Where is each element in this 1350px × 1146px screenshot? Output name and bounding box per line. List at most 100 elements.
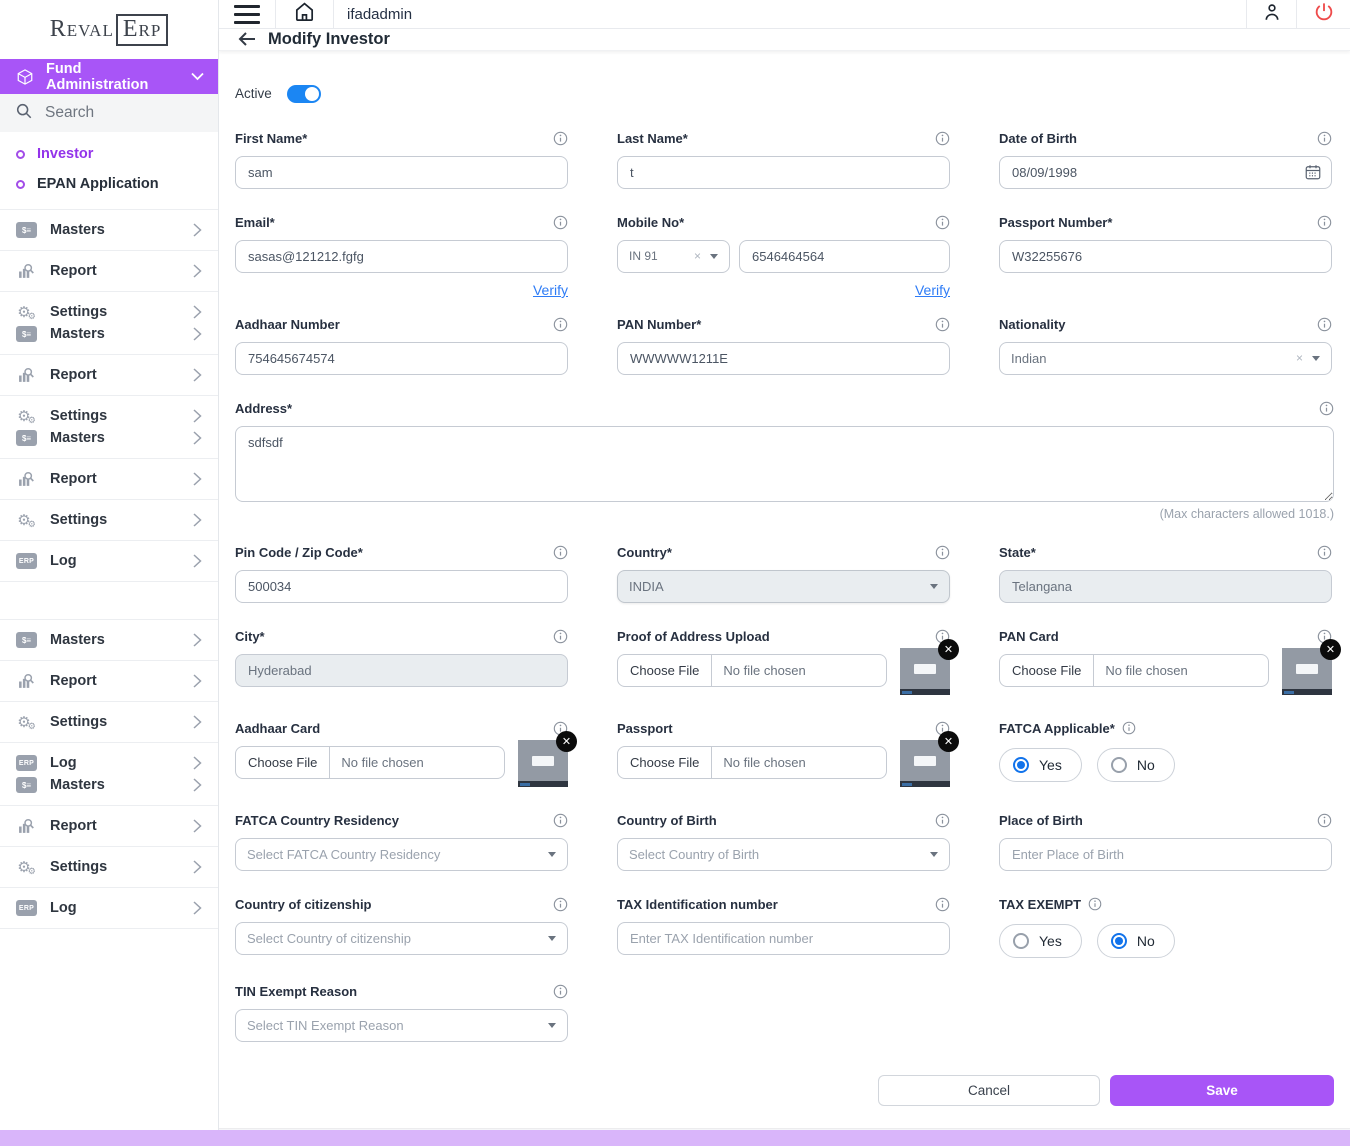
active-toggle[interactable] — [287, 85, 321, 103]
sidebar-item-masters[interactable]: $≡Masters — [0, 774, 218, 796]
info-icon[interactable] — [1317, 131, 1332, 146]
info-icon[interactable] — [935, 545, 950, 560]
citizenship-select[interactable]: Select Country of citizenship — [235, 922, 568, 955]
tax-exempt-no-option[interactable]: No — [1097, 924, 1175, 958]
mobile-verify-link[interactable]: Verify — [915, 282, 950, 300]
sidebar-item-masters[interactable]: $≡Masters — [0, 427, 218, 449]
settings-icon: ⚙⚙ — [16, 714, 37, 731]
info-icon[interactable] — [935, 317, 950, 332]
logout-button[interactable] — [1296, 0, 1350, 28]
passport-file-input[interactable]: Choose File No file chosen — [617, 746, 887, 779]
sidebar-item-settings[interactable]: ⚙⚙Settings — [0, 856, 218, 878]
sidebar-item-settings[interactable]: ⚙⚙Settings — [0, 405, 218, 427]
mobile-input[interactable] — [739, 240, 950, 273]
sidebar-item-report[interactable]: Report — [0, 364, 218, 386]
info-icon[interactable] — [553, 215, 568, 230]
info-icon[interactable] — [553, 545, 568, 560]
module-selector[interactable]: Fund Administration — [0, 59, 218, 94]
choose-file-button[interactable]: Choose File — [618, 747, 712, 778]
menu-toggle-button[interactable] — [219, 0, 276, 28]
aadhaar-card-file-input[interactable]: Choose File No file chosen — [235, 746, 505, 779]
sidebar-item-epan-application[interactable]: EPAN Application — [0, 169, 218, 199]
passport-thumbnail[interactable]: ✕ — [900, 740, 950, 787]
info-icon[interactable] — [935, 813, 950, 828]
sidebar-item-log[interactable]: ERPLog — [0, 752, 218, 774]
info-icon[interactable] — [553, 984, 568, 999]
sidebar-item-settings[interactable]: ⚙⚙Settings — [0, 301, 218, 323]
sidebar-search[interactable] — [0, 94, 218, 132]
address-textarea[interactable]: sdfsdf — [235, 426, 1334, 502]
info-icon[interactable] — [553, 317, 568, 332]
info-icon[interactable] — [1317, 317, 1332, 332]
country-code-select[interactable]: IN 91 × — [617, 240, 730, 273]
sidebar-item-masters[interactable]: $≡Masters — [0, 219, 218, 241]
aadhaar-number-input[interactable] — [235, 342, 568, 375]
info-icon[interactable] — [1088, 897, 1102, 911]
info-icon[interactable] — [553, 629, 568, 644]
place-of-birth-label: Place of Birth — [999, 813, 1083, 828]
sidebar-item-log[interactable]: ERPLog — [0, 897, 218, 919]
aadhaar-card-thumbnail[interactable]: ✕ — [518, 740, 568, 787]
tax-exempt-yes-option[interactable]: Yes — [999, 924, 1082, 958]
info-icon[interactable] — [553, 131, 568, 146]
country-of-birth-select[interactable]: Select Country of Birth — [617, 838, 950, 871]
passport-number-input[interactable] — [999, 240, 1332, 273]
sidebar-item-report[interactable]: Report — [0, 670, 218, 692]
proof-of-address-file-input[interactable]: Choose File No file chosen — [617, 654, 887, 687]
choose-file-button[interactable]: Choose File — [1000, 655, 1094, 686]
sidebar-item-report[interactable]: Report — [0, 468, 218, 490]
sidebar-item-settings[interactable]: ⚙⚙Settings — [0, 711, 218, 733]
email-verify-link[interactable]: Verify — [533, 282, 568, 300]
cancel-button[interactable]: Cancel — [878, 1075, 1100, 1106]
search-input[interactable] — [45, 104, 185, 122]
remove-file-icon[interactable]: ✕ — [1320, 639, 1341, 660]
fatca-residency-select[interactable]: Select FATCA Country Residency — [235, 838, 568, 871]
sidebar-item-report[interactable]: Report — [0, 260, 218, 282]
sidebar-item-masters[interactable]: $≡Masters — [0, 629, 218, 651]
nationality-select[interactable]: Indian × — [999, 342, 1332, 375]
place-of-birth-input[interactable] — [999, 838, 1332, 871]
sidebar-item-settings[interactable]: ⚙⚙Settings — [0, 509, 218, 531]
caret-down-icon — [548, 852, 556, 857]
calendar-icon[interactable] — [1304, 163, 1322, 181]
tax-id-input[interactable] — [617, 922, 950, 955]
fatca-yes-option[interactable]: Yes — [999, 748, 1082, 782]
sidebar-item-log[interactable]: ERPLog — [0, 550, 218, 572]
choose-file-button[interactable]: Choose File — [236, 747, 330, 778]
dob-input[interactable] — [999, 156, 1332, 189]
remove-file-icon[interactable]: ✕ — [938, 731, 959, 752]
info-icon[interactable] — [935, 897, 950, 912]
sidebar-item-report[interactable]: Report — [0, 815, 218, 837]
first-name-input[interactable] — [235, 156, 568, 189]
back-arrow-icon[interactable] — [237, 31, 257, 47]
info-icon[interactable] — [935, 215, 950, 230]
pin-code-input[interactable] — [235, 570, 568, 603]
pan-card-thumbnail[interactable]: ✕ — [1282, 648, 1332, 695]
save-button[interactable]: Save — [1110, 1075, 1334, 1106]
clear-icon[interactable]: × — [694, 249, 701, 263]
info-icon[interactable] — [553, 813, 568, 828]
proof-of-address-thumbnail[interactable]: ✕ — [900, 648, 950, 695]
choose-file-button[interactable]: Choose File — [618, 655, 712, 686]
sidebar-item-investor[interactable]: Investor — [0, 139, 218, 169]
remove-file-icon[interactable]: ✕ — [556, 731, 577, 752]
info-icon[interactable] — [1122, 721, 1136, 735]
tin-exempt-reason-select[interactable]: Select TIN Exempt Reason — [235, 1009, 568, 1042]
email-input[interactable] — [235, 240, 568, 273]
profile-button[interactable] — [1246, 0, 1296, 28]
pan-card-file-input[interactable]: Choose File No file chosen — [999, 654, 1269, 687]
info-icon[interactable] — [1317, 545, 1332, 560]
info-icon[interactable] — [1319, 401, 1334, 416]
last-name-input[interactable] — [617, 156, 950, 189]
sidebar-item-masters[interactable]: $≡Masters — [0, 323, 218, 345]
info-icon[interactable] — [553, 897, 568, 912]
field-nationality: Nationality Indian × — [999, 316, 1332, 375]
home-button[interactable] — [276, 0, 334, 28]
pan-number-input[interactable] — [617, 342, 950, 375]
info-icon[interactable] — [1317, 813, 1332, 828]
info-icon[interactable] — [1317, 215, 1332, 230]
clear-icon[interactable]: × — [1296, 351, 1303, 365]
fatca-no-option[interactable]: No — [1097, 748, 1175, 782]
info-icon[interactable] — [935, 131, 950, 146]
remove-file-icon[interactable]: ✕ — [938, 639, 959, 660]
